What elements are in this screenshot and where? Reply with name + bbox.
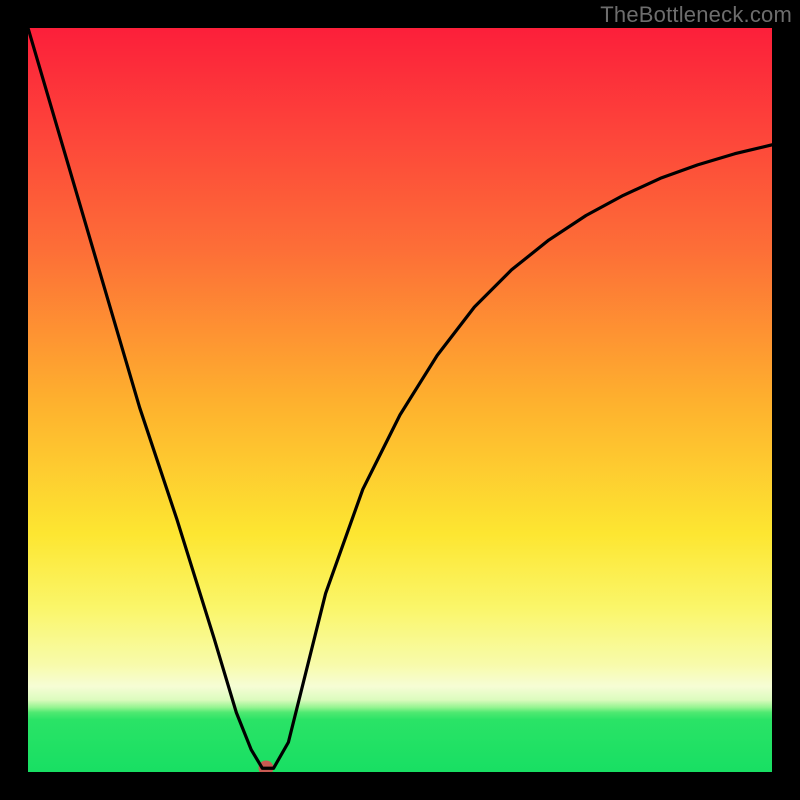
curve-svg	[28, 28, 772, 772]
plot-area	[28, 28, 772, 772]
bottleneck-curve	[28, 28, 772, 768]
chart-frame: TheBottleneck.com	[0, 0, 800, 800]
watermark-text: TheBottleneck.com	[600, 2, 792, 28]
